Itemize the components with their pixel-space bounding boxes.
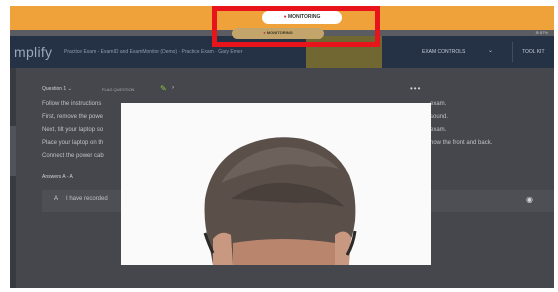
more-icon[interactable]: ••• — [410, 84, 421, 93]
instruction-line: Follow the instructions — [42, 101, 102, 107]
exam-title: Practice Exam - ExamID and ExamMonitor (… — [64, 49, 243, 55]
instruction-line: Place your laptop on th — [42, 140, 104, 146]
webcam-preview — [121, 103, 431, 265]
content-left-edge — [10, 68, 16, 288]
chevron-down-icon[interactable]: ⌄ — [488, 47, 493, 54]
side-tab[interactable] — [10, 126, 16, 176]
answer-text: I have recorded — [66, 196, 108, 202]
question-header[interactable]: Question 1 ⌄ — [42, 86, 72, 92]
next-arrow-icon[interactable]: › — [172, 85, 174, 91]
instruction-line: Next, tilt your laptop so — [42, 127, 104, 133]
eye-icon[interactable]: ◉ — [526, 195, 533, 204]
answer-letter: A — [54, 196, 59, 202]
tool-kit-button[interactable]: TOOL KIT — [522, 49, 545, 55]
pencil-icon[interactable]: ✎ — [160, 84, 167, 93]
instruction-line: Connect the power cab — [42, 153, 104, 159]
webcam-image — [121, 103, 431, 265]
flag-question-button[interactable]: FLAG QUESTION — [102, 87, 134, 92]
chevron-down-icon: ⌄ — [67, 86, 72, 92]
highlight-box — [212, 6, 380, 47]
answers-label: Answers A - A — [42, 174, 73, 180]
brand-logo: mplify — [14, 44, 53, 60]
exam-controls-button[interactable]: EXAM CONTROLS — [422, 49, 465, 55]
nav-divider — [512, 42, 513, 62]
instruction-line-end: exam. — [430, 101, 447, 107]
instruction-line: First, remove the powe — [42, 114, 104, 120]
instruction-line-end: how the front and back. — [430, 140, 493, 146]
battery-indicator: ⊕ 87% — [535, 30, 548, 35]
instruction-line-end: exam. — [430, 127, 447, 133]
instruction-line-end: sound. — [430, 114, 449, 120]
